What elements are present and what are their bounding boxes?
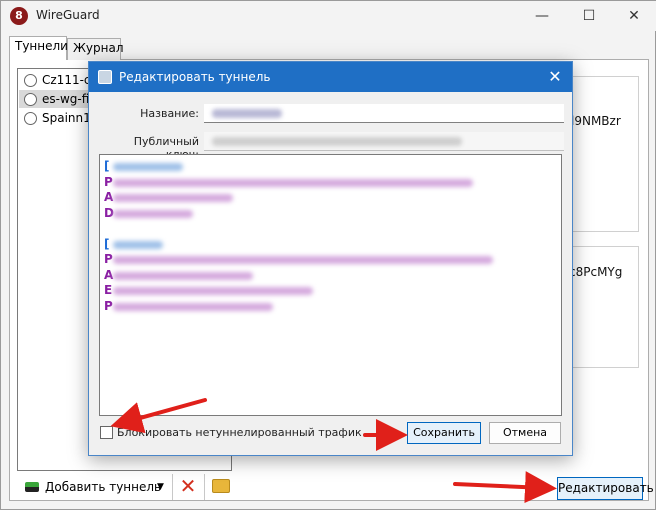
- main-titlebar[interactable]: 8 WireGuard — ☐ ✕: [1, 1, 656, 31]
- redacted-config-value: [113, 256, 493, 264]
- tunnel-status-icon: [24, 93, 37, 106]
- redacted-config-value: [113, 271, 253, 280]
- config-line: E: [104, 283, 544, 298]
- redacted-config-value: [113, 209, 193, 218]
- config-line-prefix: E: [104, 283, 113, 297]
- config-line: [104, 221, 544, 236]
- redacted-config-value: [113, 178, 473, 187]
- cancel-button[interactable]: Отмена: [489, 422, 561, 444]
- block-untunneled-label: Блокировать нетуннелированный трафик: [117, 426, 362, 439]
- redacted-config-value: [113, 240, 163, 249]
- chevron-down-icon[interactable]: ▼: [157, 476, 164, 498]
- tunnel-status-icon: [24, 74, 37, 87]
- close-button[interactable]: ✕: [611, 1, 656, 31]
- public-key-field: [204, 132, 564, 151]
- add-tunnel-button[interactable]: Добавить туннель ▼: [19, 476, 169, 500]
- config-line-prefix: A: [104, 190, 114, 204]
- block-untunneled-checkbox[interactable]: [100, 426, 113, 439]
- tunnel-status-icon: [24, 112, 37, 125]
- delete-tunnel-icon[interactable]: ✕: [179, 475, 197, 497]
- tunnel-name-input[interactable]: [204, 104, 564, 123]
- config-line-prefix: P: [104, 298, 113, 313]
- config-line: A: [104, 268, 544, 283]
- config-line: [: [104, 237, 544, 252]
- config-line: P: [104, 252, 544, 267]
- name-label: Название:: [140, 107, 199, 120]
- toolbar-separator: [204, 474, 205, 500]
- peer-key-fragment: c8PcMYg: [569, 265, 623, 279]
- export-folder-icon[interactable]: [212, 479, 230, 493]
- config-line-prefix: [: [104, 236, 110, 251]
- redacted-config-value: [113, 194, 233, 202]
- minimize-button[interactable]: —: [519, 1, 565, 31]
- redacted-config-value: [113, 163, 183, 171]
- dialog-titlebar[interactable]: Редактировать туннель ✕: [89, 62, 572, 92]
- config-line-prefix: [: [104, 159, 110, 173]
- app-title: WireGuard: [36, 8, 100, 22]
- config-line: P: [104, 175, 544, 190]
- redacted-config-value: [113, 287, 313, 295]
- config-line-prefix: P: [104, 252, 113, 266]
- config-line: D: [104, 206, 544, 221]
- config-line: [: [104, 159, 544, 174]
- config-line: A: [104, 190, 544, 205]
- maximize-button[interactable]: ☐: [566, 1, 612, 31]
- redacted-public-key: [212, 137, 462, 146]
- save-button[interactable]: Сохранить: [407, 422, 481, 444]
- redacted-name: [212, 109, 282, 118]
- tab-log[interactable]: Журнал: [67, 38, 124, 60]
- wireguard-logo-icon: 8: [10, 7, 28, 25]
- edit-button[interactable]: Редактировать: [557, 477, 654, 500]
- public-key-fragment: l9NMBzr: [571, 114, 621, 128]
- edit-tunnel-dialog: Редактировать туннель ✕ Название: Публич…: [88, 61, 573, 456]
- config-line-prefix: P: [104, 174, 113, 189]
- add-tunnel-label: Добавить туннель: [45, 480, 162, 494]
- toolbar-separator: [172, 474, 173, 500]
- config-editor[interactable]: [P A D[P A E P: [99, 154, 562, 416]
- dialog-close-icon[interactable]: ✕: [544, 66, 566, 88]
- dialog-title: Редактировать туннель: [119, 70, 271, 84]
- add-tunnel-icon: [25, 482, 39, 492]
- tab-tunnels[interactable]: Туннели: [9, 36, 68, 60]
- config-line: P: [104, 299, 544, 314]
- config-line-prefix: A: [104, 267, 114, 282]
- redacted-config-value: [113, 302, 273, 311]
- dialog-app-icon: [98, 70, 112, 84]
